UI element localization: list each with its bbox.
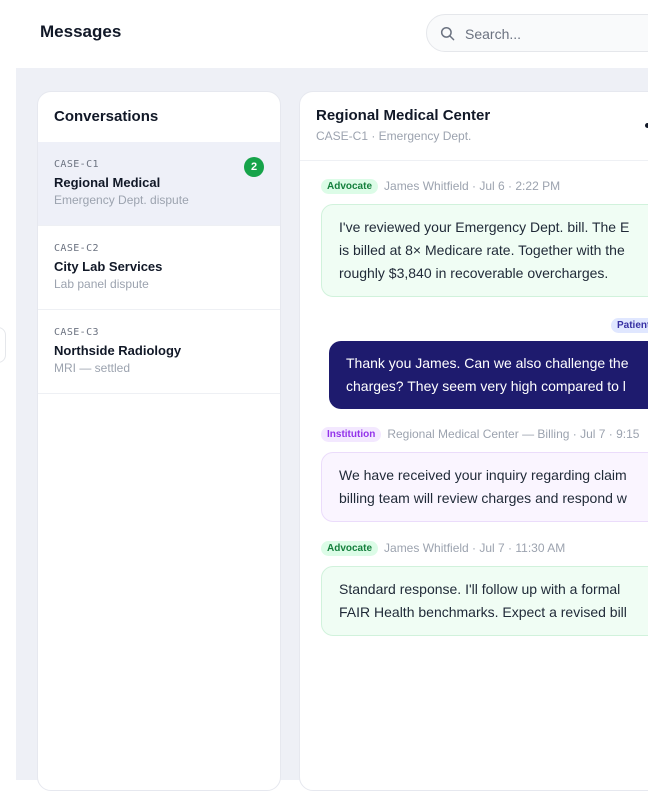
role-tag-patient: Patient	[611, 318, 648, 333]
role-tag-advocate: Advocate	[321, 541, 379, 556]
chat-subtitle: CASE-C1 · Emergency Dept.	[316, 129, 472, 143]
message-meta: Patient	[611, 316, 648, 334]
message-line: billing team will review charges and res…	[339, 490, 627, 506]
message-sender-time: James Whitfield · Jul 6 · 2:22 PM	[384, 179, 561, 193]
unread-badge: 2	[244, 157, 264, 177]
conversation-subtitle: Lab panel dispute	[54, 277, 149, 291]
message-bubble-institution: We have received your inquiry regarding …	[321, 452, 648, 522]
message-bubble-patient: Thank you James. Can we also challenge t…	[329, 341, 648, 409]
message-line: Standard response. I'll follow up with a…	[339, 581, 621, 597]
chat-title: Regional Medical Center	[316, 107, 491, 124]
conversations-panel: Conversations CASE-C1 Regional Medical E…	[37, 91, 281, 791]
message-line: roughly $3,840 in recoverable overcharge…	[339, 265, 609, 281]
conversation-list: CASE-C1 Regional Medical Emergency Dept.…	[38, 142, 280, 394]
message-bubble-advocate: Standard response. I'll follow up with a…	[321, 566, 648, 636]
message-meta: Advocate James Whitfield · Jul 6 · 2:22 P…	[321, 179, 560, 194]
message-line: is billed at 8× Medicare rate. Together …	[339, 242, 625, 258]
message-sender-time: Regional Medical Center — Billing · Jul …	[387, 427, 640, 441]
message-line: charges? They seem very high compared to…	[346, 378, 626, 394]
message-line: FAIR Health benchmarks. Expect a revised…	[339, 604, 627, 620]
search-input[interactable]	[463, 23, 648, 45]
conversation-name: Regional Medical	[54, 175, 161, 190]
message-sender-time: James Whitfield · Jul 7 · 11:30 AM	[384, 541, 566, 555]
case-code: CASE-C2	[54, 243, 99, 254]
message-meta: Advocate James Whitfield · Jul 7 · 11:30 …	[321, 541, 565, 556]
page-title: Messages	[40, 22, 122, 41]
message-line: We have received your inquiry regarding …	[339, 467, 627, 483]
chat-header: Regional Medical Center CASE-C1 · Emerge…	[300, 92, 648, 161]
conversation-item-case-c1[interactable]: CASE-C1 Regional Medical Emergency Dept.…	[38, 142, 280, 226]
case-code: CASE-C1	[54, 159, 99, 170]
chat-panel: Regional Medical Center CASE-C1 · Emerge…	[299, 91, 648, 791]
conversation-subtitle: MRI — settled	[54, 361, 131, 375]
role-tag-institution: Institution	[321, 427, 382, 442]
search-box[interactable]	[426, 14, 648, 52]
message-meta: Institution Regional Medical Center — Bil…	[321, 427, 639, 442]
role-tag-advocate: Advocate	[321, 179, 379, 194]
conversations-title: Conversations	[54, 108, 159, 125]
conversation-name: City Lab Services	[54, 259, 163, 274]
case-code: CASE-C3	[54, 327, 99, 338]
message-line: I've reviewed your Emergency Dept. bill.…	[339, 219, 630, 235]
message-line: Thank you James. Can we also challenge t…	[346, 355, 629, 371]
top-bar: Messages	[0, 0, 648, 68]
conversation-item-case-c2[interactable]: CASE-C2 City Lab Services Lab panel disp…	[38, 226, 280, 310]
search-icon	[440, 26, 455, 41]
message-bubble-advocate: I've reviewed your Emergency Dept. bill.…	[321, 204, 648, 297]
collapse-handle[interactable]	[0, 327, 6, 363]
conversation-subtitle: Emergency Dept. dispute	[54, 193, 189, 207]
conversation-item-case-c3[interactable]: CASE-C3 Northside Radiology MRI — settle…	[38, 310, 280, 394]
conversation-name: Northside Radiology	[54, 343, 182, 358]
